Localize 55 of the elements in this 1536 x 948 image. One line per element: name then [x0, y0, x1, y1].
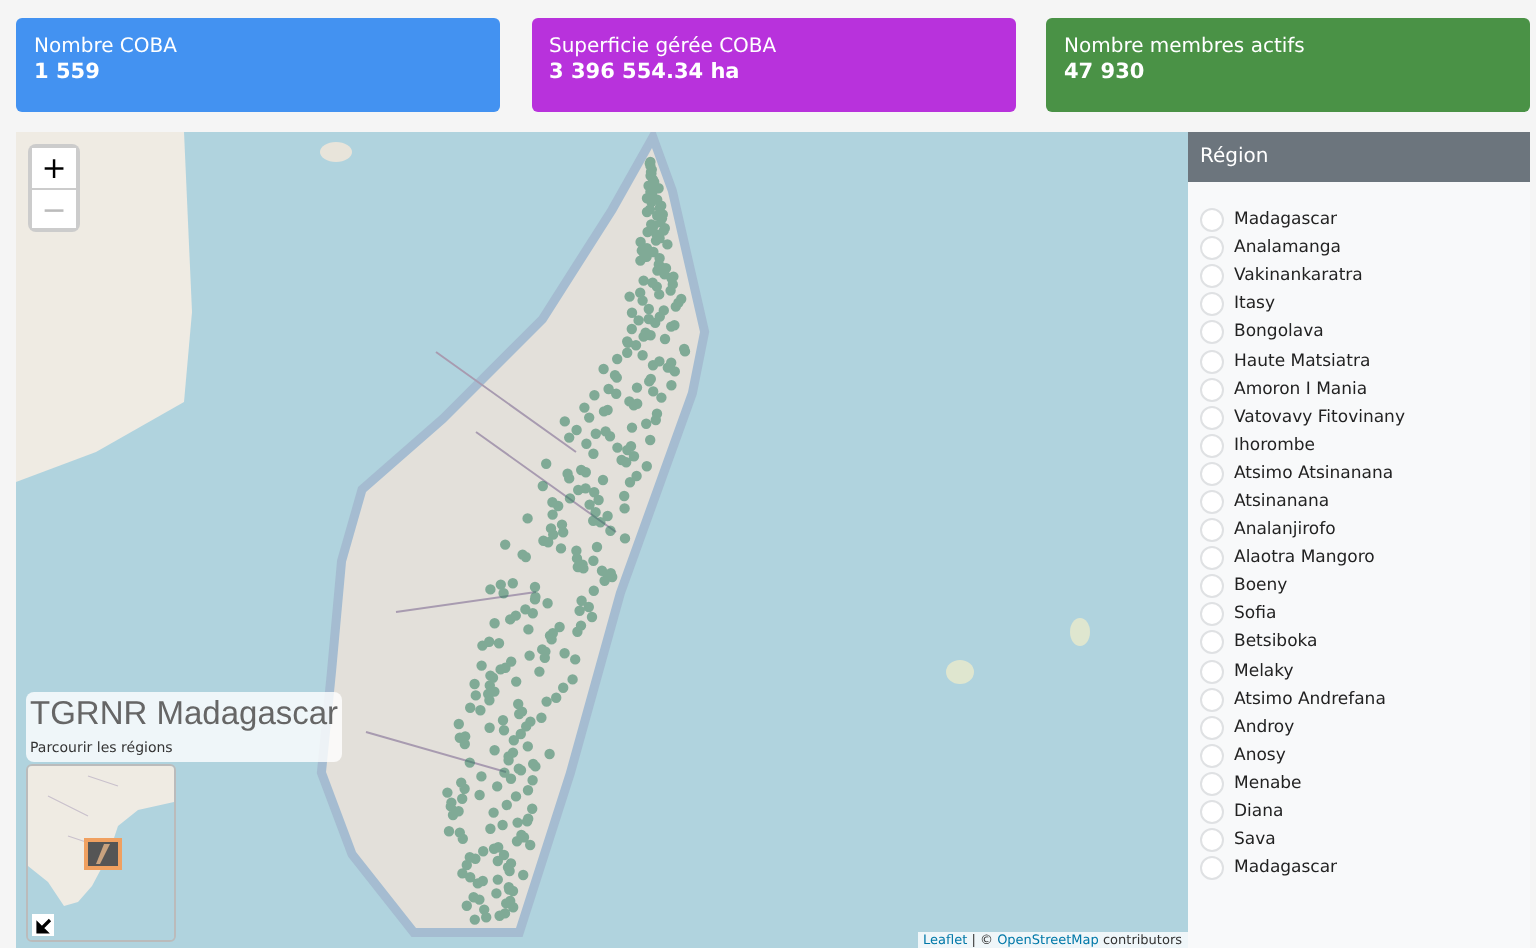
region-option[interactable]: Haute Matsiatra — [1200, 346, 1518, 376]
region-option[interactable]: Amoron I Mania — [1200, 375, 1518, 404]
radio-button[interactable] — [1200, 433, 1224, 458]
panel-header: Région — [1188, 132, 1530, 182]
region-option[interactable]: Atsimo Andrefana — [1200, 685, 1518, 714]
radio-button[interactable] — [1200, 292, 1224, 317]
radio-button[interactable] — [1200, 574, 1224, 599]
radio-button[interactable] — [1200, 489, 1224, 514]
region-option[interactable]: Itasy — [1200, 290, 1518, 319]
region-option[interactable]: Sava — [1200, 826, 1518, 855]
region-option[interactable]: Menabe — [1200, 769, 1518, 798]
region-option[interactable]: Analanjirofo — [1200, 516, 1518, 545]
radio-button[interactable] — [1200, 687, 1224, 712]
radio-button[interactable] — [1200, 377, 1224, 402]
region-option[interactable]: Analamanga — [1200, 234, 1518, 263]
radio-button[interactable] — [1200, 320, 1224, 345]
region-option[interactable]: Vatovavy Fitovinany — [1200, 403, 1518, 432]
radio-button[interactable] — [1200, 349, 1224, 374]
radio-button[interactable] — [1200, 518, 1224, 543]
radio-button[interactable] — [1200, 856, 1224, 881]
region-option[interactable]: Vakinankaratra — [1200, 262, 1518, 291]
region-option[interactable]: Madagascar — [1200, 854, 1518, 883]
radio-button[interactable] — [1200, 264, 1224, 289]
radio-button[interactable] — [1200, 461, 1224, 486]
region-option[interactable]: Ihorombe — [1200, 431, 1518, 460]
card-label: Nombre membres actifs — [1064, 36, 1307, 58]
card-value: 3 396 554.34 ha — [549, 60, 742, 84]
region-option[interactable]: Diana — [1200, 797, 1518, 827]
region-option[interactable]: Betsiboka — [1200, 628, 1518, 657]
region-option[interactable]: Androy — [1200, 713, 1518, 742]
radio-button[interactable] — [1200, 546, 1224, 571]
card-label: Nombre COBA — [34, 36, 179, 58]
radio-button[interactable] — [1200, 630, 1224, 655]
region-option[interactable]: Atsinanana — [1200, 487, 1518, 517]
region-option[interactable]: Alaotra Mangoro — [1200, 544, 1518, 573]
radio-button[interactable] — [1200, 715, 1224, 740]
region-option[interactable]: Boeny — [1200, 572, 1518, 601]
radio-button[interactable] — [1200, 602, 1224, 627]
radio-button[interactable] — [1200, 236, 1224, 261]
card-label: Superficie gérée COBA — [549, 36, 779, 58]
card-value: 1 559 — [34, 60, 102, 84]
radio-button[interactable] — [1200, 771, 1224, 796]
region-option[interactable]: Melaky — [1200, 657, 1518, 686]
region-option[interactable]: Sofia — [1200, 600, 1518, 629]
radio-button[interactable] — [1200, 208, 1224, 233]
region-option[interactable]: Bongolava — [1200, 318, 1518, 347]
radio-button[interactable] — [1200, 659, 1224, 684]
radio-button[interactable] — [1200, 828, 1224, 853]
radio-button[interactable] — [1200, 800, 1224, 825]
radio-button[interactable] — [1200, 743, 1224, 768]
region-option[interactable]: Atsimo Atsinanana — [1200, 459, 1518, 488]
region-option[interactable]: Madagascar — [1200, 206, 1518, 235]
card-value: 47 930 — [1064, 60, 1147, 84]
region-option[interactable]: Anosy — [1200, 741, 1518, 770]
radio-button[interactable] — [1200, 405, 1224, 430]
